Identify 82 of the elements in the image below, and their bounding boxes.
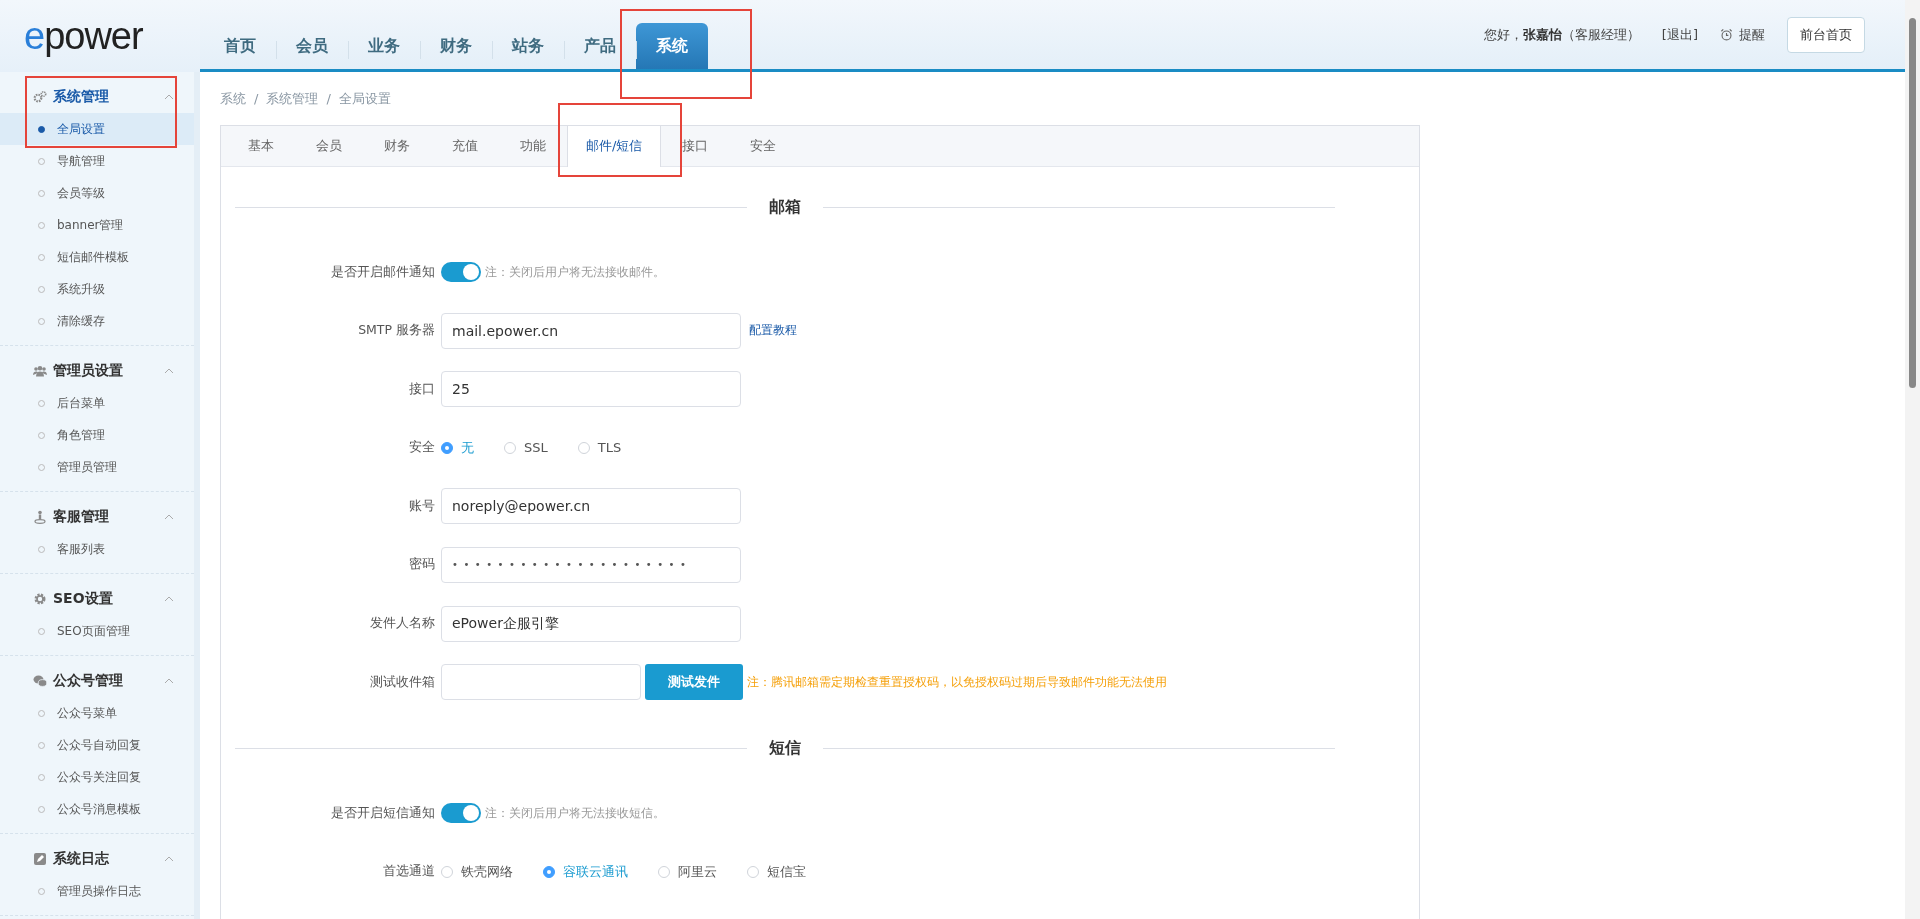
field-label: 账号 bbox=[408, 497, 436, 515]
section-heading: 邮箱 bbox=[769, 196, 801, 218]
sidebar-item[interactable]: 公众号自动回复 bbox=[0, 729, 194, 761]
radio-option[interactable]: 短信宝 bbox=[747, 862, 806, 881]
text-field[interactable]: mail.epower.cn bbox=[441, 312, 741, 349]
chat-bubbles-icon bbox=[33, 674, 47, 688]
sidebar-item[interactable]: 公众号关注回复 bbox=[0, 761, 194, 793]
sidebar-item[interactable]: 管理员管理 bbox=[0, 451, 194, 483]
alarm-clock-icon bbox=[1720, 28, 1733, 41]
settings-tab[interactable]: 接口 bbox=[661, 126, 730, 166]
text-field[interactable]: 25 bbox=[441, 371, 741, 408]
settings-tab[interactable]: 邮件/短信 bbox=[567, 126, 662, 167]
settings-tab[interactable]: 财务 bbox=[363, 126, 431, 166]
top-nav-tab[interactable]: 业务 bbox=[348, 23, 420, 69]
logout-link[interactable]: [退出] bbox=[1661, 25, 1698, 44]
sidebar-item[interactable]: 全局设置 bbox=[0, 113, 194, 145]
front-page-button[interactable]: 前台首页 bbox=[1787, 16, 1865, 53]
field-label: 密码 bbox=[408, 556, 436, 574]
field-label: 首选通道 bbox=[382, 863, 436, 881]
radio-option[interactable]: 阿里云 bbox=[658, 862, 717, 881]
radio-option[interactable]: SSL bbox=[504, 440, 548, 456]
user-greeting: 您好，张嘉怡（客服经理） bbox=[1483, 25, 1640, 44]
toggle-switch[interactable] bbox=[441, 262, 481, 282]
sidebar-item[interactable]: 后台菜单 bbox=[0, 387, 194, 419]
sidebar-item[interactable]: 公众号消息模板 bbox=[0, 793, 194, 825]
email-field[interactable] bbox=[441, 664, 641, 701]
field-label: 是否开启短信通知 bbox=[330, 804, 436, 822]
field-label: 接口 bbox=[408, 380, 436, 398]
sidebar-item[interactable]: 清除缓存 bbox=[0, 305, 194, 337]
settings-icon bbox=[33, 592, 47, 606]
reminder-link[interactable]: 提醒 bbox=[1720, 25, 1765, 44]
section-heading: 短信 bbox=[769, 737, 801, 759]
field-label: 测试收件箱 bbox=[369, 673, 436, 691]
sidebar-item[interactable]: 客服列表 bbox=[0, 533, 194, 565]
sidebar-group-header[interactable]: 管理员设置 bbox=[0, 355, 194, 387]
users-icon bbox=[33, 364, 47, 378]
top-nav-tab[interactable]: 站务 bbox=[492, 23, 564, 69]
radio-option[interactable]: TLS bbox=[577, 440, 622, 456]
sidebar-group-header[interactable]: 系统日志 bbox=[0, 843, 194, 875]
settings-tab[interactable]: 会员 bbox=[295, 126, 363, 166]
settings-tab[interactable]: 安全 bbox=[729, 126, 798, 166]
settings-tab[interactable]: 充值 bbox=[431, 126, 499, 166]
top-nav-tab[interactable]: 产品 bbox=[564, 23, 636, 69]
hint-text: 注：关闭后用户将无法接收邮件。 bbox=[485, 264, 665, 280]
sidebar-item[interactable]: banner管理 bbox=[0, 209, 194, 241]
text-field[interactable]: noreply@epower.cn bbox=[441, 488, 741, 525]
hint-text: 注：关闭后用户将无法接收短信。 bbox=[485, 805, 665, 821]
breadcrumb-separator: / bbox=[326, 91, 331, 106]
top-nav-tab[interactable]: 财务 bbox=[420, 23, 492, 69]
logo-text: epower bbox=[24, 17, 143, 55]
settings-tab[interactable]: 基本 bbox=[227, 126, 295, 166]
warning-text: 注：腾讯邮箱需定期检查重置授权码，以免授权码过期后导致邮件功能无法使用 bbox=[747, 674, 1167, 690]
sidebar-group-header[interactable]: 系统管理 bbox=[0, 81, 194, 113]
sidebar-item[interactable]: 管理员操作日志 bbox=[0, 875, 194, 907]
sidebar-item[interactable]: 公众号菜单 bbox=[0, 697, 194, 729]
breadcrumb-separator: / bbox=[254, 91, 259, 106]
top-nav-tab[interactable]: 首页 bbox=[204, 23, 276, 69]
settings-tab[interactable]: 功能 bbox=[499, 126, 567, 166]
tutorial-link[interactable]: 配置教程 bbox=[749, 322, 797, 340]
person-icon bbox=[33, 510, 47, 524]
sidebar-item[interactable]: 导航管理 bbox=[0, 145, 194, 177]
sidebar-item[interactable]: SEO页面管理 bbox=[0, 615, 194, 647]
top-nav-tab[interactable]: 系统 bbox=[636, 23, 708, 69]
gears-icon bbox=[33, 90, 47, 104]
text-field[interactable]: ePower企服引擎 bbox=[441, 605, 741, 642]
edit-icon bbox=[33, 852, 47, 866]
field-label: 安全 bbox=[408, 439, 436, 457]
radio-option[interactable]: 铁壳网络 bbox=[441, 862, 513, 881]
sidebar-group-header[interactable]: 客服管理 bbox=[0, 501, 194, 533]
toggle-switch[interactable] bbox=[441, 803, 481, 824]
scrollbar[interactable] bbox=[1905, 0, 1920, 919]
sidebar-item[interactable]: 会员等级 bbox=[0, 177, 194, 209]
top-nav-tab[interactable]: 会员 bbox=[276, 23, 348, 69]
field-label: 是否开启邮件通知 bbox=[330, 263, 436, 281]
sidebar-item[interactable]: 角色管理 bbox=[0, 419, 194, 451]
sidebar-item[interactable]: 短信邮件模板 bbox=[0, 241, 194, 273]
field-label: SMTP 服务器 bbox=[357, 322, 436, 340]
field-label: 发件人名称 bbox=[369, 615, 436, 633]
password-field[interactable]: ••••••••••••••••••••• bbox=[441, 546, 741, 583]
sidebar-group-header[interactable]: SEO设置 bbox=[0, 583, 194, 615]
sidebar-group-header[interactable]: 公众号管理 bbox=[0, 665, 194, 697]
sidebar-item[interactable]: 系统升级 bbox=[0, 273, 194, 305]
